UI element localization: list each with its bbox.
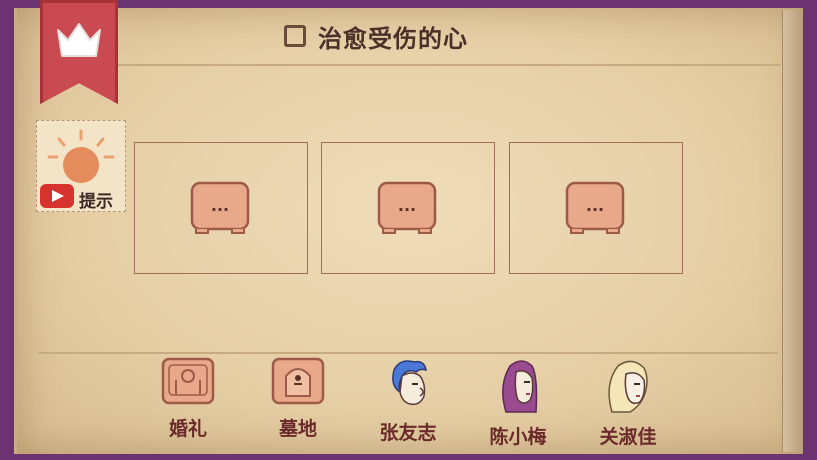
wedding-card-icon xyxy=(161,357,215,405)
empty-card-2: ... xyxy=(377,181,437,235)
slot-placeholder: ... xyxy=(211,196,229,215)
purple-haired-woman-portrait xyxy=(502,360,538,413)
objective-checkbox xyxy=(284,25,306,47)
hint-button[interactable]: 提示 xyxy=(36,120,126,212)
video-ad-icon xyxy=(40,184,74,208)
page-edge xyxy=(782,10,803,452)
slot-placeholder: ... xyxy=(586,196,604,215)
character-label: 关淑佳 xyxy=(599,426,657,448)
character-chen-xiaomei[interactable]: 陈小梅 xyxy=(473,350,563,449)
tombstone-card-icon xyxy=(271,357,325,405)
drop-slot-1[interactable]: ... xyxy=(134,142,308,274)
crown-icon xyxy=(57,23,101,57)
character-guan-shujia[interactable]: 关淑佳 xyxy=(583,350,673,449)
empty-card-1: ... xyxy=(190,181,250,235)
item-label: 墓地 xyxy=(278,418,317,440)
character-label: 张友志 xyxy=(379,422,437,444)
drop-slot-2[interactable]: ... xyxy=(321,142,495,274)
drop-slot-3[interactable]: ... xyxy=(509,142,683,274)
character-list: 婚礼 墓地 张友志 陈小梅 关淑佳 xyxy=(140,350,700,450)
slot-placeholder: ... xyxy=(398,196,416,215)
character-label: 陈小梅 xyxy=(489,426,547,448)
sun-icon xyxy=(47,129,115,183)
character-zhang-youzhi[interactable]: 张友志 xyxy=(363,350,453,445)
puzzle-title: 治愈受伤的心 xyxy=(318,24,468,53)
item-graveyard[interactable]: 墓地 xyxy=(253,350,343,441)
blonde-woman-portrait xyxy=(608,360,648,413)
blue-haired-man-portrait xyxy=(392,360,427,406)
item-label: 婚礼 xyxy=(168,418,207,440)
puzzle-header: 治愈受伤的心 xyxy=(284,20,468,53)
empty-card-3: ... xyxy=(565,181,625,235)
header-divider xyxy=(110,64,780,66)
item-wedding[interactable]: 婚礼 xyxy=(143,350,233,441)
hint-label: 提示 xyxy=(79,192,113,212)
